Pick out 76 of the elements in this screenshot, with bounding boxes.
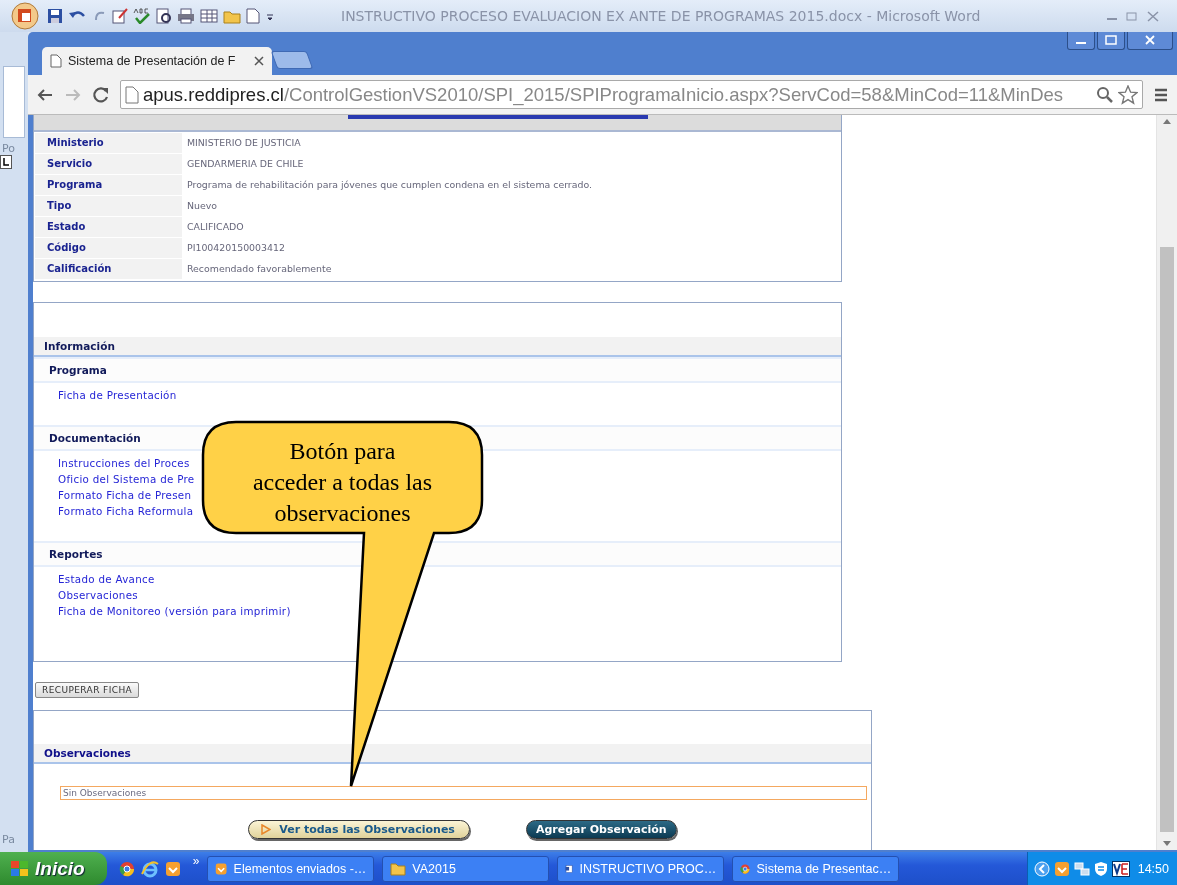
close-button[interactable] [1127, 32, 1173, 50]
network-icon[interactable] [1073, 860, 1090, 877]
new-tab-button[interactable] [270, 51, 314, 69]
document-link[interactable]: Formato Ficha de Presen [58, 487, 192, 503]
maximize-button[interactable] [1097, 32, 1125, 50]
minimize-button[interactable] [1067, 32, 1095, 50]
field-value: Nuevo [186, 199, 218, 213]
back-icon[interactable] [36, 86, 54, 103]
document-link[interactable]: Observaciones [58, 587, 138, 603]
document-link[interactable]: Ficha de Monitoreo (versión para imprimir) [58, 603, 291, 619]
browser-icon[interactable] [118, 860, 135, 877]
preview-icon [156, 8, 172, 24]
window-title: INSTRUCTIVO PROCESO EVALUACION EX ANTE DE PROGRAMAS 2015.docx - Microsoft Word [341, 8, 981, 24]
windows-logo-icon [10, 859, 30, 878]
browser-tab[interactable]: Sistema de Presentación de F [42, 47, 272, 75]
field-label: Estado [35, 217, 182, 237]
tray-app-icon[interactable] [1111, 860, 1130, 877]
section-header: Información [34, 337, 841, 357]
close-icon[interactable] [254, 56, 264, 66]
field-label: Tipo [35, 196, 182, 216]
recover-button[interactable]: RECUPERAR FICHA [35, 682, 140, 698]
save-icon [47, 8, 63, 24]
printer-icon [177, 8, 195, 24]
field-value: GENDARMERIA DE CHILE [186, 157, 305, 171]
document-link[interactable]: Instrucciones del Proces [58, 455, 190, 471]
document-link[interactable]: Formato Ficha Reformula [58, 503, 194, 519]
spellcheck-icon [133, 8, 151, 24]
address-bar[interactable]: apus.reddipres.cl/ControlGestionVS2010/SPI_2015/SPIProgramaInicio.aspx?ServCod=58&MinCod=11&MinDes [120, 80, 1143, 109]
field-value: PI100420150003412 [186, 241, 286, 255]
document-link[interactable]: Estado de Avance [58, 571, 155, 587]
ribbon-label: Po [1, 142, 16, 155]
page-icon [125, 85, 139, 104]
field-value: Recomendado favorablemente [186, 262, 333, 276]
office-logo-icon [8, 2, 42, 30]
page-icon [246, 8, 260, 24]
scrollbar-thumb[interactable] [1160, 247, 1174, 832]
folder-icon [390, 860, 407, 877]
folder-icon [223, 8, 241, 24]
menu-icon[interactable] [1153, 86, 1169, 103]
field-value: CALIFICADO [186, 220, 245, 234]
field-label: Ministerio [35, 133, 182, 153]
mail-icon[interactable] [1053, 860, 1070, 877]
edit-icon [112, 8, 128, 24]
chevron-left-icon[interactable] [1033, 860, 1050, 877]
page-icon [50, 54, 62, 68]
section-header: Observaciones [34, 744, 871, 764]
section-subheader: Programa [34, 357, 841, 383]
taskbar-button[interactable]: Sistema de Presentac… [732, 855, 900, 882]
section-subheader: Reportes [34, 541, 841, 567]
ribbon-panel [3, 66, 25, 138]
taskbar-button[interactable]: VA2015 [382, 855, 550, 882]
view-all-button[interactable]: Ver todas las Observaciones [248, 820, 470, 839]
zoom-icon[interactable] [1096, 85, 1114, 104]
overflow-chevron[interactable]: » [192, 854, 200, 868]
scrollbar[interactable] [1156, 115, 1177, 850]
ruler-tab-icon [0, 155, 12, 169]
play-icon [261, 824, 272, 835]
clock: 14:50 [1137, 861, 1169, 876]
field-value: MINISTERIO DE JUSTICIA [186, 136, 302, 150]
star-icon[interactable] [1118, 84, 1138, 105]
taskbar-button[interactable]: Elementos enviados -… [207, 855, 375, 882]
table-icon [200, 8, 218, 24]
status-label: Pa [1, 833, 16, 846]
document-link[interactable]: Oficio del Sistema de Pre [58, 471, 195, 487]
field-label: Servicio [35, 154, 182, 174]
e-logo-icon[interactable] [140, 859, 159, 878]
observations-field[interactable]: Sin Observaciones [60, 786, 867, 800]
field-value: Programa de rehabilitación para jóvenes que cumplen condena en el sistema cerrado. [186, 178, 593, 192]
taskbar-button[interactable]: INSTRUCTIVO PROC… [557, 855, 725, 882]
field-label: Calificación [35, 259, 182, 279]
reload-icon[interactable] [92, 85, 110, 104]
add-observation-button[interactable]: Agregar Observación [525, 820, 677, 839]
document-link[interactable]: Ficha de Presentación [58, 387, 177, 403]
field-label: Código [35, 238, 182, 258]
field-label: Programa [35, 175, 182, 195]
mail-icon[interactable] [164, 860, 181, 877]
